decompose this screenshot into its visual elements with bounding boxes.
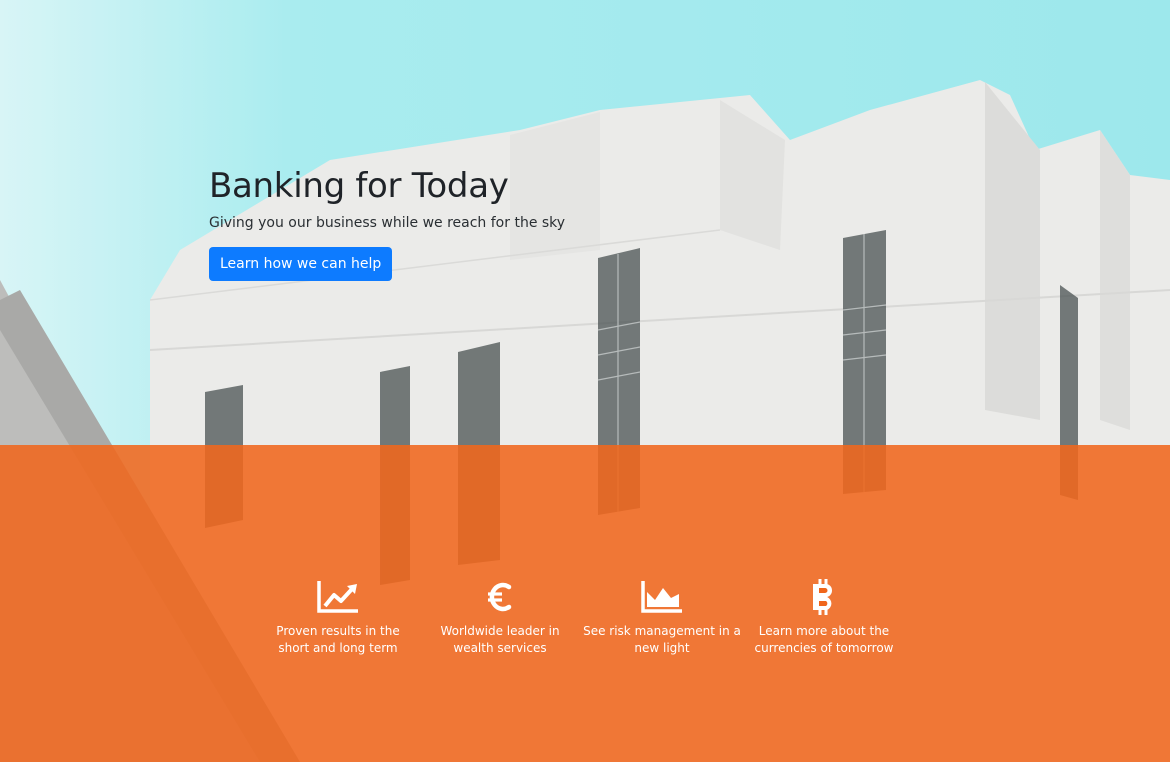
feature-text: Worldwide leader in wealth services [440,624,560,655]
feature-text: Learn more about the currencies of tomor… [754,624,894,655]
feature-list: Proven results in the short and long ter… [257,577,907,657]
feature-item-wealth[interactable]: Worldwide leader in wealth services [419,577,581,657]
bitcoin-icon [743,577,905,617]
hero-content: Banking for Today Giving you our busines… [209,166,565,281]
chart-area-icon [581,577,743,617]
euro-icon [419,577,581,617]
chart-line-icon [257,577,419,617]
feature-item-risk[interactable]: See risk management in a new light [581,577,743,657]
hero-title: Banking for Today [209,166,509,206]
hero-subtitle: Giving you our business while we reach f… [209,215,566,231]
learn-more-button[interactable]: Learn how we can help [209,247,393,281]
feature-text: See risk management in a new light [583,624,741,655]
feature-text: Proven results in the short and long ter… [276,624,400,655]
feature-item-currencies[interactable]: Learn more about the currencies of tomor… [743,577,905,657]
feature-item-results[interactable]: Proven results in the short and long ter… [257,577,419,657]
